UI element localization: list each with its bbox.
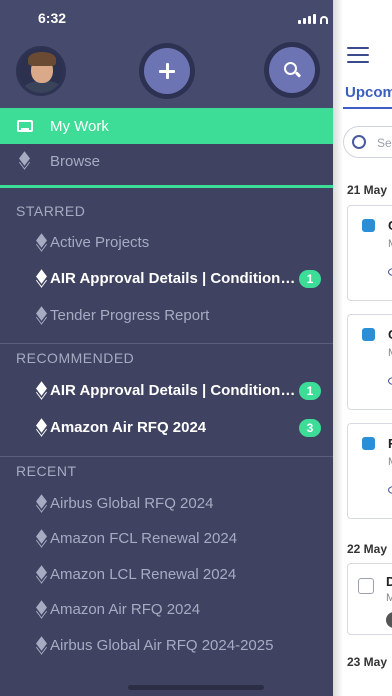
item-label: AIR Approval Details | Condition Check (50, 382, 298, 399)
section-title-recommended: RECOMMENDED (16, 350, 135, 366)
item-label: AIR Approval Details | Condition Check (50, 270, 298, 287)
item-label: Airbus Global RFQ 2024 (50, 495, 214, 512)
eye-icon (388, 268, 392, 276)
user-avatar[interactable] (16, 46, 66, 96)
task-subtitle: M (388, 456, 392, 468)
task-type-icon (362, 437, 375, 450)
hamburger-menu-icon[interactable] (347, 47, 369, 68)
section-title-recent: RECENT (16, 463, 77, 479)
layers-icon (34, 636, 50, 655)
nav-browse[interactable]: Browse (0, 143, 333, 179)
layers-icon (34, 306, 50, 325)
item-label: Amazon FCL Renewal 2024 (50, 530, 238, 547)
search-placeholder: Search (377, 136, 392, 150)
list-item[interactable]: Amazon Air RFQ 2024 3 (0, 412, 333, 444)
tab-underline (343, 107, 392, 109)
tab-upcoming[interactable]: Upcoming (345, 84, 392, 101)
nav-label: Browse (50, 152, 101, 170)
list-item[interactable]: Tender Progress Report (0, 300, 333, 332)
layers-icon (34, 494, 50, 513)
task-title: C (388, 327, 392, 342)
item-label: Amazon Air RFQ 2024 (50, 601, 201, 618)
drawer-header: 6:32 (0, 0, 333, 108)
task-card[interactable]: F M (347, 423, 392, 519)
search-button[interactable] (264, 42, 320, 98)
count-badge: 1 (299, 382, 321, 400)
date-header: 21 May (347, 183, 388, 197)
section-divider (0, 456, 333, 457)
accent-divider (0, 185, 333, 188)
search-icon (283, 61, 302, 79)
assignee-avatar (386, 612, 392, 628)
date-header: 23 May (347, 655, 388, 669)
count-badge: 1 (299, 270, 321, 288)
status-time: 6:32 (38, 10, 67, 26)
add-button[interactable] (139, 43, 195, 99)
layers-icon (34, 600, 50, 619)
plus-icon (159, 63, 175, 79)
layers-icon (34, 381, 50, 400)
section-divider (0, 343, 333, 344)
list-item[interactable]: AIR Approval Details | Condition Check 1 (0, 375, 333, 407)
date-header: 22 May (347, 542, 388, 556)
nav-my-work[interactable]: My Work (0, 108, 333, 144)
list-item[interactable]: Airbus Global RFQ 2024 (0, 488, 333, 520)
list-item[interactable]: Amazon FCL Renewal 2024 (0, 523, 333, 555)
task-search-input[interactable]: Search (343, 126, 392, 158)
list-item[interactable]: Airbus Global Air RFQ 2024-2025 (0, 630, 333, 662)
list-item[interactable]: Active Projects (0, 227, 333, 259)
search-icon (352, 135, 366, 149)
task-card[interactable]: D M (347, 563, 392, 635)
task-title: C (388, 218, 392, 233)
eye-icon (388, 486, 392, 494)
task-type-icon (362, 219, 375, 232)
layers-icon (34, 269, 50, 288)
layers-icon (34, 233, 50, 252)
count-badge: 3 (299, 419, 321, 437)
nav-label: My Work (50, 117, 109, 135)
main-panel: Upcoming Search 21 May C M C M F M 22 Ma… (333, 0, 392, 696)
item-label: Airbus Global Air RFQ 2024-2025 (50, 637, 274, 654)
signal-icon (298, 14, 338, 24)
task-title: F (388, 436, 392, 451)
task-card[interactable]: C M (347, 205, 392, 301)
layers-icon (34, 529, 50, 548)
task-subtitle: M (386, 592, 392, 604)
task-type-icon (362, 328, 375, 341)
item-label: Amazon LCL Renewal 2024 (50, 566, 237, 583)
task-subtitle: M (388, 238, 392, 250)
list-item[interactable]: Amazon LCL Renewal 2024 (0, 559, 333, 591)
layers-icon (34, 418, 50, 437)
item-label: Tender Progress Report (50, 307, 210, 324)
layers-icon (17, 151, 33, 170)
task-card[interactable]: C M (347, 314, 392, 410)
task-checkbox[interactable] (358, 578, 374, 594)
navigation-drawer: 6:32 My Work Browse STARRED Active Proje… (0, 0, 333, 696)
task-subtitle: M (388, 347, 392, 359)
eye-icon (388, 377, 392, 385)
layers-icon (34, 565, 50, 584)
item-label: Amazon Air RFQ 2024 (50, 419, 207, 436)
task-title: D (386, 574, 392, 589)
list-item[interactable]: Amazon Air RFQ 2024 (0, 594, 333, 626)
home-indicator (128, 685, 264, 690)
inbox-tray-icon (17, 120, 33, 132)
list-item[interactable]: AIR Approval Details | Condition Check 1 (0, 263, 333, 295)
section-title-starred: STARRED (16, 203, 86, 219)
item-label: Active Projects (50, 234, 150, 251)
